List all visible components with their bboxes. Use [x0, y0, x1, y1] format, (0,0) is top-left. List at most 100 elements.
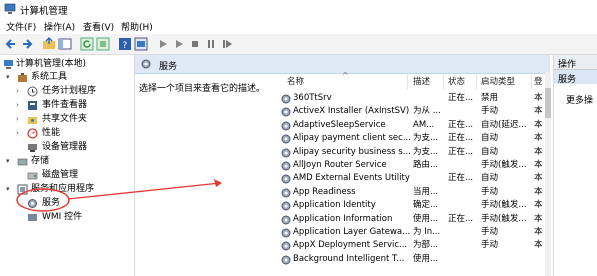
export-list-icon[interactable] — [96, 37, 110, 51]
service-row[interactable]: Application Layer Gatewa... 为 In... 手动 本 — [281, 226, 543, 239]
service-row[interactable]: App Readiness 当用... 手动 本 — [281, 186, 543, 199]
service-startup-type: 手动(触发... — [481, 213, 527, 224]
gear-icon — [281, 174, 291, 184]
service-name: Background Intelligent T... — [293, 253, 405, 264]
sort-up-icon: ^ — [342, 71, 349, 80]
clock-icon — [27, 86, 38, 97]
service-description: 为支... — [413, 146, 439, 157]
actions-selected-item[interactable]: 服务 — [554, 70, 597, 85]
gear-icon — [281, 228, 291, 238]
column-startup-type[interactable]: 启动类型 — [481, 75, 532, 89]
chevron-right-icon[interactable]: › — [16, 101, 19, 109]
column-status[interactable]: 状态 — [448, 75, 477, 89]
service-row[interactable]: Application Identity 确定... 手动(触发... 本 — [281, 199, 543, 212]
service-name: App Readiness — [293, 186, 356, 197]
column-logon[interactable]: 登 — [534, 75, 544, 89]
restart-service-icon[interactable] — [220, 37, 234, 51]
tree-services-apps[interactable]: 服务和应用程序 — [31, 183, 94, 196]
properties-icon[interactable] — [134, 37, 148, 51]
service-name: AdaptiveSleepService — [293, 119, 386, 130]
service-name: ActiveX Installer (AxInstSV) — [293, 106, 410, 117]
menu-view[interactable]: 查看(V) — [83, 20, 114, 33]
gear-icon — [281, 215, 291, 225]
service-row[interactable]: AMD External Events Utility 正在... 自动 本 — [281, 172, 543, 185]
menu-help[interactable]: 帮助(H) — [121, 20, 153, 33]
chevron-down-icon[interactable]: ▾ — [6, 73, 10, 81]
forward-icon[interactable] — [20, 37, 34, 51]
gear-icon — [281, 241, 291, 251]
service-status: 正在... — [448, 146, 474, 157]
menu-file[interactable]: 文件(F) — [6, 20, 36, 33]
tree-disk-management[interactable]: 磁盘管理 — [42, 169, 78, 182]
services-header-title: 服务 — [159, 62, 178, 72]
service-name: AMD External Events Utility — [293, 173, 410, 184]
help-icon[interactable]: ? — [118, 37, 132, 51]
tree-performance[interactable]: 性能 — [42, 127, 60, 140]
back-icon[interactable] — [4, 37, 18, 51]
chevron-right-icon[interactable]: › — [16, 129, 19, 137]
tree-storage[interactable]: 存储 — [31, 155, 49, 168]
service-description: 确定... — [413, 200, 439, 211]
tree-root[interactable]: 计算机管理(本地) — [16, 58, 86, 71]
up-folder-icon[interactable] — [42, 37, 56, 51]
service-row[interactable]: Application Information 使用... 正在... 手动(触发..… — [281, 213, 543, 226]
service-status: 正在... — [448, 213, 474, 224]
gear-icon — [281, 121, 291, 131]
chevron-right-icon[interactable]: › — [16, 87, 19, 95]
refresh-icon[interactable] — [80, 37, 94, 51]
tree-wmi[interactable]: WMI 控件 — [42, 211, 82, 224]
service-description: 为支... — [413, 133, 439, 144]
service-status: 正在... — [448, 133, 474, 144]
service-startup-type: 手动(触发... — [481, 160, 527, 170]
scrollbar-thumb[interactable] — [545, 88, 551, 118]
service-logon: 本 — [534, 133, 543, 144]
storage-icon — [17, 158, 28, 166]
gear-icon — [28, 199, 37, 208]
service-startup-type: 自动 — [481, 133, 499, 144]
service-status: 正在... — [448, 93, 474, 103]
service-logon: 本 — [534, 106, 543, 117]
chevron-down-icon[interactable]: ▾ — [6, 157, 10, 165]
service-row[interactable]: Background Intelligent T... 使用... — [281, 253, 543, 266]
menu-action[interactable]: 操作(A) — [44, 20, 75, 33]
service-name: AppX Deployment Servic... — [293, 240, 408, 251]
tree-device-manager[interactable]: 设备管理器 — [42, 141, 87, 154]
start-service-alt-icon[interactable] — [172, 37, 186, 51]
service-startup-type: 手动 — [481, 227, 499, 237]
service-logon: 本 — [534, 213, 543, 224]
computer-management-icon — [4, 60, 13, 69]
service-startup-type: 手动 — [481, 186, 499, 197]
service-row[interactable]: AllJoyn Router Service 路由... 手动(触发... 本 — [281, 159, 543, 172]
service-logon: 本 — [534, 119, 543, 130]
service-logon: 本 — [534, 227, 543, 237]
stop-service-icon[interactable] — [188, 37, 202, 51]
service-startup-type: 自动 — [481, 173, 499, 184]
service-row[interactable]: AppX Deployment Servic... 为部... 手动 本 — [281, 239, 543, 252]
tree-task-scheduler[interactable]: 任务计划程序 — [42, 85, 96, 98]
computer-management-icon — [4, 3, 16, 14]
shared-folder-icon — [28, 117, 37, 124]
gear-icon — [281, 188, 291, 198]
service-row[interactable]: ActiveX Installer (AxInstSV) 为从 ... 手动 本 — [281, 105, 543, 118]
service-description: 路由... — [413, 160, 439, 170]
tree-system-tools[interactable]: 系统工具 — [31, 71, 67, 84]
chevron-down-icon[interactable]: ▾ — [6, 185, 10, 193]
service-row[interactable]: AdaptiveSleepService AM... 正在... 自动(延迟... 本 — [281, 119, 543, 132]
toolbox-icon — [18, 73, 27, 82]
start-service-icon[interactable] — [156, 37, 170, 51]
service-row[interactable]: Alipay payment client sec... 为支... 正在... 自动… — [281, 132, 543, 145]
column-description[interactable]: 描述 — [413, 75, 444, 89]
service-startup-type: 手动(触发... — [481, 200, 527, 211]
tree-services[interactable]: 服务 — [42, 197, 60, 210]
service-row[interactable]: 360TtSrv 正在... 禁用 本 — [281, 92, 543, 105]
tree-event-viewer[interactable]: 事件查看器 — [42, 99, 87, 112]
show-hide-tree-icon[interactable] — [58, 37, 72, 51]
more-actions-link[interactable]: 更多操 — [566, 93, 593, 106]
wmi-icon — [28, 214, 37, 221]
pause-service-icon[interactable] — [204, 37, 218, 51]
window-title: 计算机管理 — [20, 6, 68, 17]
service-row[interactable]: Alipay security business s... 为支... 正在... 自… — [281, 146, 543, 159]
tree-shared-folders[interactable]: 共享文件夹 — [42, 113, 87, 126]
device-manager-icon — [28, 144, 37, 152]
chevron-right-icon[interactable]: › — [16, 115, 19, 123]
